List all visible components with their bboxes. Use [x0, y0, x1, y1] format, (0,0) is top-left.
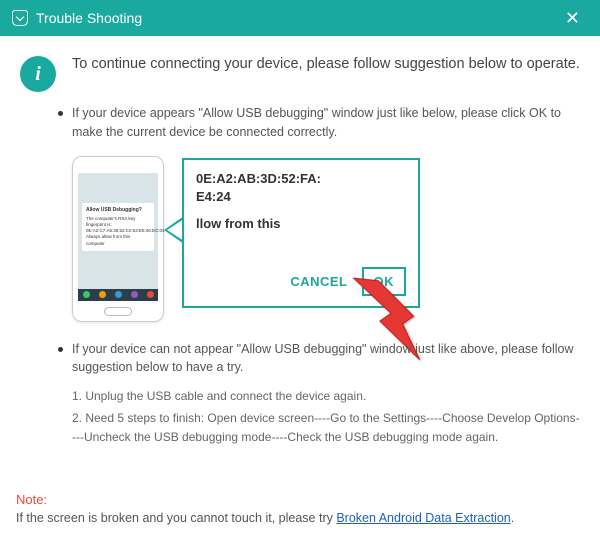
- home-button-shape: [104, 307, 132, 316]
- note-text: If the screen is broken and you cannot t…: [16, 511, 514, 525]
- note-label: Note:: [16, 492, 47, 507]
- nav-icon: [83, 291, 90, 298]
- bullet-1-text: If your device appears "Allow USB debugg…: [72, 104, 580, 142]
- phone-screen: Allow USB Debugging? The computer's RSA …: [78, 173, 158, 301]
- nav-icon: [147, 291, 154, 298]
- note-before: If the screen is broken and you cannot t…: [16, 511, 336, 525]
- broken-android-link[interactable]: Broken Android Data Extraction: [336, 511, 510, 525]
- nav-icon: [115, 291, 122, 298]
- callout-box: 0E:A2:AB:3D:52:FA: E4:24 llow from this …: [182, 158, 420, 308]
- allow-text: llow from this: [196, 216, 406, 231]
- mac-address-line2: E4:24: [196, 188, 406, 206]
- illustration: Allow USB Debugging? The computer's RSA …: [72, 156, 580, 326]
- note-section: Note: If the screen is broken and you ca…: [16, 491, 584, 528]
- cancel-button[interactable]: CANCEL: [290, 274, 347, 289]
- phone-mockup: Allow USB Debugging? The computer's RSA …: [72, 156, 164, 322]
- ok-button[interactable]: OK: [362, 267, 407, 296]
- step-2: 2. Need 5 steps to finish: Open device s…: [72, 409, 580, 447]
- nav-icon: [131, 291, 138, 298]
- info-icon: i: [20, 56, 56, 92]
- note-after: .: [511, 511, 514, 525]
- phone-dialog: Allow USB Debugging? The computer's RSA …: [82, 203, 154, 251]
- content: i To continue connecting your device, pl…: [0, 36, 600, 461]
- close-icon[interactable]: ✕: [557, 4, 588, 33]
- phone-dialog-title: Allow USB Debugging?: [86, 207, 150, 214]
- steps: 1. Unplug the USB cable and connect the …: [20, 387, 580, 448]
- callout-tail: [164, 216, 184, 244]
- dialog-buttons: CANCEL OK: [290, 267, 406, 296]
- step-1: 1. Unplug the USB cable and connect the …: [72, 387, 580, 406]
- bullet-1: If your device appears "Allow USB debugg…: [72, 104, 580, 142]
- phone-dialog-body: The computer's RSA key fingerprint is: 0…: [86, 216, 150, 247]
- phone-nav: [78, 289, 158, 301]
- shield-icon: [12, 10, 28, 26]
- bullet-2: If your device can not appear "Allow USB…: [72, 340, 580, 378]
- titlebar-left: Trouble Shooting: [12, 10, 142, 26]
- nav-icon: [99, 291, 106, 298]
- bullet-2-text: If your device can not appear "Allow USB…: [72, 340, 580, 378]
- intro-text: To continue connecting your device, plea…: [72, 54, 580, 92]
- titlebar: Trouble Shooting ✕: [0, 0, 600, 36]
- header-row: i To continue connecting your device, pl…: [20, 54, 580, 92]
- mac-address-line1: 0E:A2:AB:3D:52:FA:: [196, 170, 406, 188]
- window-title: Trouble Shooting: [36, 10, 142, 26]
